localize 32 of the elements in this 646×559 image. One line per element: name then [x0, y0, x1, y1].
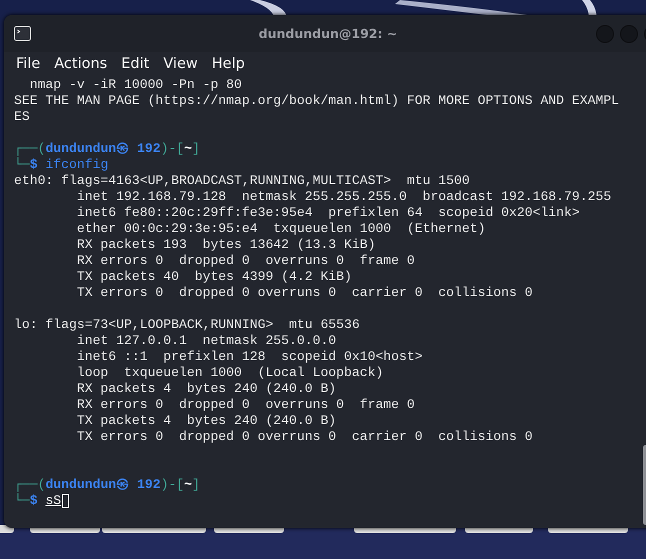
prompt-line: ┌──(dundundun㉿ 192)-[~]	[14, 477, 200, 493]
minimize-button[interactable]	[596, 24, 614, 42]
output-line: inet6 fe80::20c:29ff:fe3e:95e4 prefixlen 64 scopeid 0x20<link>	[76, 205, 580, 221]
output-line: nmap -v -iR 10000 -Pn -p 80	[28, 77, 242, 93]
output-line: lo: flags=73<UP,LOOPBACK,RUNNING> mtu 65536	[14, 317, 360, 333]
output-line: TX errors 0 dropped 0 overruns 0 carrier 0 collisions 0	[76, 285, 533, 301]
menu-item[interactable]: Actions	[48, 56, 114, 72]
menu-item[interactable]: Help	[206, 56, 251, 72]
output-line: ether 00:0c:29:3e:95:e4 txqueuelen 1000 (Ethernet)	[76, 221, 486, 237]
output-line: eth0: flags=4163<UP,BROADCAST,RUNNING,MULTICAST> mtu 1500	[14, 173, 470, 189]
output-line: loop txqueuelen 1000 (Local Loopback)	[76, 365, 384, 381]
output-line: TX packets 40 bytes 4399 (4.2 KiB)	[76, 269, 352, 285]
output-line: RX packets 4 bytes 240 (240.0 B)	[76, 381, 336, 397]
terminal-icon	[14, 26, 31, 41]
menu-item[interactable]: File	[10, 56, 46, 72]
command-line: └─$ sS	[14, 493, 62, 509]
output-line: RX errors 0 dropped 0 overruns 0 frame 0	[76, 253, 415, 269]
output-line: RX packets 193 bytes 13642 (13.3 KiB)	[76, 237, 376, 253]
output-line: inet 192.168.79.128 netmask 255.255.255.0 broadcast 192.168.79.255	[76, 189, 612, 205]
window-title: dundundun@192: ~	[258, 26, 398, 41]
menu-item[interactable]: Edit	[115, 56, 156, 72]
prompt-line: ┌──(dundundun㉿ 192)-[~]	[14, 141, 200, 157]
command-line: └─$ ifconfig	[14, 157, 108, 173]
output-line: ES	[14, 109, 30, 125]
output-line: SEE THE MAN PAGE (https://nmap.org/book/man.html) FOR MORE OPTIONS AND EXAMPL	[14, 93, 620, 109]
output-line: RX errors 0 dropped 0 overruns 0 frame 0	[76, 397, 415, 413]
output-line: inet 127.0.0.1 netmask 255.0.0.0	[76, 333, 336, 349]
output-line: TX packets 4 bytes 240 (240.0 B)	[76, 413, 336, 429]
maximize-button[interactable]	[620, 24, 638, 42]
menu-item[interactable]: View	[157, 56, 204, 72]
output-line: TX errors 0 dropped 0 overruns 0 carrier 0 collisions 0	[76, 429, 533, 445]
output-line: inet6 ::1 prefixlen 128 scopeid 0x10<host>	[76, 349, 423, 365]
